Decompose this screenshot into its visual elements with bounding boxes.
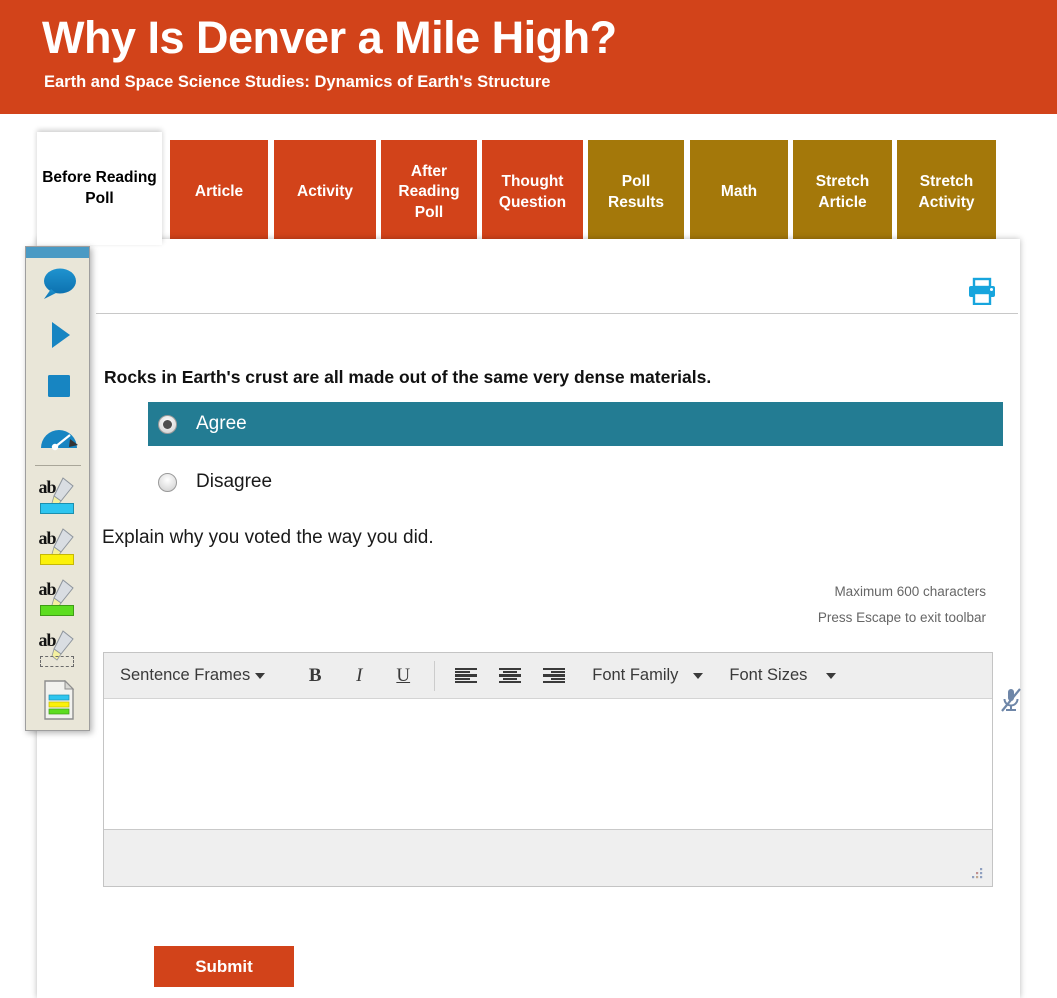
toolbar-drag-handle[interactable] — [26, 247, 89, 258]
print-icon[interactable] — [967, 277, 997, 306]
sentence-frames-label: Sentence Frames — [120, 666, 251, 684]
align-center-icon — [499, 667, 522, 684]
tab-article[interactable]: Article — [170, 140, 268, 245]
bold-button[interactable]: B — [293, 653, 337, 699]
microphone-muted-icon[interactable] — [999, 687, 1023, 713]
speech-bubble-icon[interactable] — [26, 258, 91, 309]
max-characters-hint: Maximum 600 characters — [834, 584, 986, 599]
highlighter-yellow-icon[interactable]: ab — [26, 521, 91, 572]
italic-button[interactable]: I — [337, 653, 381, 699]
page-banner: Why Is Denver a Mile High? Earth and Spa… — [0, 0, 1057, 114]
toolbar-divider — [34, 465, 81, 466]
submit-button[interactable]: Submit — [154, 946, 294, 987]
align-right-button[interactable] — [532, 653, 576, 699]
tab-label: Activity — [297, 183, 353, 201]
content-panel: Rocks in Earth's crust are all made out … — [37, 239, 1023, 998]
poll-option-label: Agree — [196, 413, 247, 434]
editor-footer — [104, 829, 992, 886]
tab-thought-question[interactable]: Thought Question — [482, 140, 583, 245]
poll-option-disagree[interactable]: Disagree — [148, 460, 1003, 504]
tab-poll-results[interactable]: Poll Results — [588, 140, 684, 245]
tab-label: Before Reading Poll — [42, 169, 157, 207]
tab-strip: Before Reading Poll Article Activity Aft… — [0, 114, 1057, 246]
play-icon[interactable] — [26, 309, 91, 360]
tab-after-reading-poll[interactable]: After Reading Poll — [381, 140, 477, 245]
escape-toolbar-hint: Press Escape to exit toolbar — [817, 610, 986, 625]
stop-icon[interactable] — [26, 360, 91, 411]
poll-option-label: Disagree — [196, 471, 273, 492]
underline-button[interactable]: U — [381, 653, 425, 699]
font-family-label: Font Family — [592, 666, 679, 684]
align-right-icon — [543, 667, 566, 684]
page-root: Why Is Denver a Mile High? Earth and Spa… — [0, 0, 1057, 998]
speed-gauge-icon[interactable] — [26, 411, 91, 462]
header-divider — [96, 313, 1018, 314]
poll-question: Rocks in Earth's crust are all made out … — [104, 367, 712, 387]
resize-grip-icon[interactable] — [970, 866, 984, 880]
radio-button-icon[interactable] — [158, 414, 177, 434]
tab-math[interactable]: Math — [690, 140, 788, 245]
highlighter-clear-icon[interactable]: ab — [26, 623, 91, 674]
highlighter-green-icon[interactable]: ab — [26, 572, 91, 623]
explain-prompt: Explain why you voted the way you did. — [102, 527, 434, 548]
align-left-icon — [455, 667, 478, 684]
sentence-frames-dropdown[interactable]: Sentence Frames — [104, 653, 275, 699]
chevron-down-icon — [693, 672, 704, 679]
tab-label: Math — [720, 183, 758, 201]
font-sizes-label: Font Sizes — [729, 666, 808, 684]
radio-button-icon[interactable] — [158, 472, 177, 492]
align-center-button[interactable] — [488, 653, 532, 699]
tab-label: Poll Results — [608, 173, 664, 211]
tab-activity[interactable]: Activity — [274, 140, 376, 245]
tab-label: Stretch Activity — [918, 173, 975, 211]
collect-highlights-icon[interactable] — [26, 674, 91, 725]
font-family-dropdown[interactable]: Font Family — [576, 653, 713, 699]
tab-stretch-activity[interactable]: Stretch Activity — [897, 140, 996, 245]
content-inner: Rocks in Earth's crust are all made out … — [96, 239, 1023, 998]
chevron-down-icon — [255, 672, 266, 679]
tab-label: Thought Question — [498, 173, 567, 211]
editor-toolbar: Sentence Frames B I U Font Family Font S… — [104, 653, 992, 699]
page-title: Why Is Denver a Mile High? — [42, 12, 617, 63]
page-subtitle: Earth and Space Science Studies: Dynamic… — [44, 73, 551, 91]
toolbar-separator — [434, 660, 436, 691]
tab-label: Stretch Article — [815, 173, 870, 211]
tab-stretch-article[interactable]: Stretch Article — [793, 140, 892, 245]
tab-label: After Reading Poll — [398, 163, 460, 221]
text-to-speech-toolbar: ab ab ab ab — [25, 246, 90, 731]
tab-before-reading-poll[interactable]: Before Reading Poll — [37, 132, 162, 245]
chevron-down-icon — [826, 672, 837, 679]
rich-text-editor: Sentence Frames B I U Font Family Font S… — [103, 652, 993, 887]
editor-textarea[interactable] — [104, 699, 992, 829]
font-sizes-dropdown[interactable]: Font Sizes — [713, 653, 846, 699]
poll-option-agree[interactable]: Agree — [148, 402, 1003, 446]
align-left-button[interactable] — [444, 653, 488, 699]
tab-label: Article — [194, 183, 244, 201]
highlighter-cyan-icon[interactable]: ab — [26, 470, 91, 521]
